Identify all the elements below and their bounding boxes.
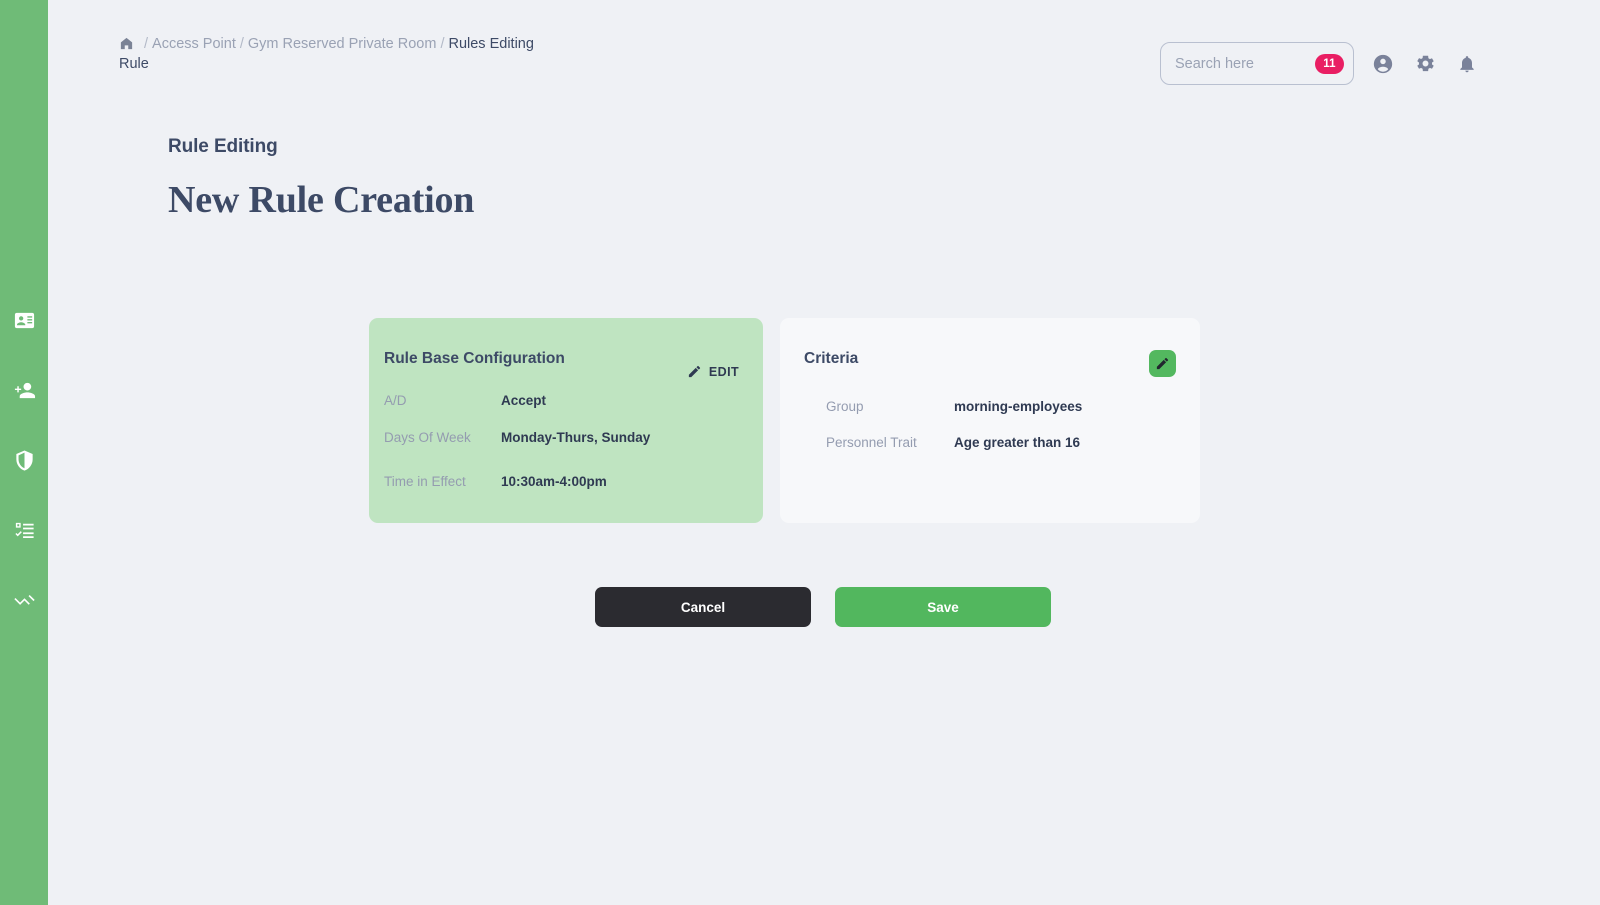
sidebar-item-rules[interactable]	[0, 495, 48, 565]
field-label-group: Group	[826, 399, 864, 414]
field-row: Days Of Week Monday-Thurs, Sunday	[384, 430, 739, 445]
analytics-trend-icon	[13, 589, 36, 612]
sidebar	[0, 0, 48, 905]
field-row: A/D Accept	[384, 393, 739, 408]
field-value-group: morning-employees	[954, 399, 1083, 414]
gear-icon[interactable]	[1412, 51, 1438, 77]
main-content: / Access Point / Gym Reserved Private Room /…	[48, 0, 1600, 905]
rule-base-edit-button[interactable]: EDIT	[687, 364, 739, 379]
pencil-icon	[1155, 356, 1170, 371]
shield-icon	[13, 449, 36, 472]
field-row: Time in Effect 10:30am-4:00pm	[384, 474, 739, 489]
rule-base-edit-label: EDIT	[708, 364, 739, 379]
rule-base-configuration-card: Rule Base Configuration EDIT A/D Accept	[369, 318, 763, 523]
search-box[interactable]: 11	[1160, 42, 1354, 85]
breadcrumb-item-access-point[interactable]: Access Point	[152, 36, 236, 52]
rule-base-card-header: Rule Base Configuration EDIT	[384, 350, 739, 379]
pencil-icon	[687, 364, 702, 379]
cards-row: Rule Base Configuration EDIT A/D Accept	[48, 318, 1600, 523]
field-label-ad: A/D	[384, 393, 407, 408]
page-title: New Rule Creation	[168, 179, 475, 221]
notification-count-badge: 11	[1315, 53, 1344, 74]
sidebar-item-analytics[interactable]	[0, 565, 48, 635]
sidebar-item-credentials[interactable]	[0, 285, 48, 355]
field-label-time-in-effect: Time in Effect	[384, 474, 466, 489]
form-actions: Cancel Save	[48, 587, 1600, 627]
bell-icon[interactable]	[1454, 51, 1480, 77]
page-kicker: Rule Editing	[168, 136, 278, 157]
breadcrumb-separator-2: /	[440, 36, 445, 52]
sidebar-item-add-personnel[interactable]	[0, 355, 48, 425]
rule-base-card-title: Rule Base Configuration	[384, 350, 565, 367]
field-row: Group morning-employees	[826, 399, 1176, 414]
criteria-edit-button[interactable]	[1149, 350, 1176, 377]
save-button[interactable]: Save	[835, 587, 1051, 627]
app-root: / Access Point / Gym Reserved Private Room /…	[0, 0, 1600, 905]
field-value-time-in-effect: 10:30am-4:00pm	[501, 474, 607, 489]
search-input[interactable]	[1175, 55, 1295, 72]
field-label-days-of-week: Days Of Week	[384, 430, 471, 445]
field-label-personnel-trait: Personnel Trait	[826, 435, 917, 450]
field-value-personnel-trait: Age greater than 16	[954, 435, 1081, 450]
sidebar-item-security[interactable]	[0, 425, 48, 495]
badge-id-card-icon	[13, 309, 36, 332]
page-heading-block: Rule Editing New Rule Creation	[48, 136, 1600, 222]
breadcrumb-separator-1: /	[239, 36, 244, 52]
cancel-button[interactable]: Cancel	[595, 587, 811, 627]
add-person-icon	[13, 379, 36, 402]
criteria-card: Criteria Group morning-employees Personn…	[780, 318, 1200, 523]
top-bar-actions: 11	[1160, 32, 1480, 85]
criteria-card-header: Criteria	[804, 350, 1176, 377]
criteria-card-title: Criteria	[804, 350, 859, 367]
top-bar: / Access Point / Gym Reserved Private Room /…	[48, 0, 1600, 100]
field-value-days-of-week: Monday-Thurs, Sunday	[501, 430, 651, 445]
criteria-fields: Group morning-employees Personnel Trait …	[804, 399, 1176, 450]
account-circle-icon[interactable]	[1370, 51, 1396, 77]
field-row: Personnel Trait Age greater than 16	[826, 435, 1176, 450]
breadcrumb-item-gym-room[interactable]: Gym Reserved Private Room	[248, 36, 437, 52]
breadcrumb-item-rules[interactable]: Rules	[448, 36, 485, 52]
rule-base-fields: A/D Accept Days Of Week Monday-Thurs, Su…	[384, 393, 739, 489]
field-value-ad: Accept	[501, 393, 547, 408]
breadcrumb-separator-0: /	[144, 36, 149, 52]
home-icon[interactable]	[119, 36, 134, 51]
checklist-icon	[13, 519, 36, 542]
breadcrumb: / Access Point / Gym Reserved Private Room /…	[119, 32, 539, 74]
